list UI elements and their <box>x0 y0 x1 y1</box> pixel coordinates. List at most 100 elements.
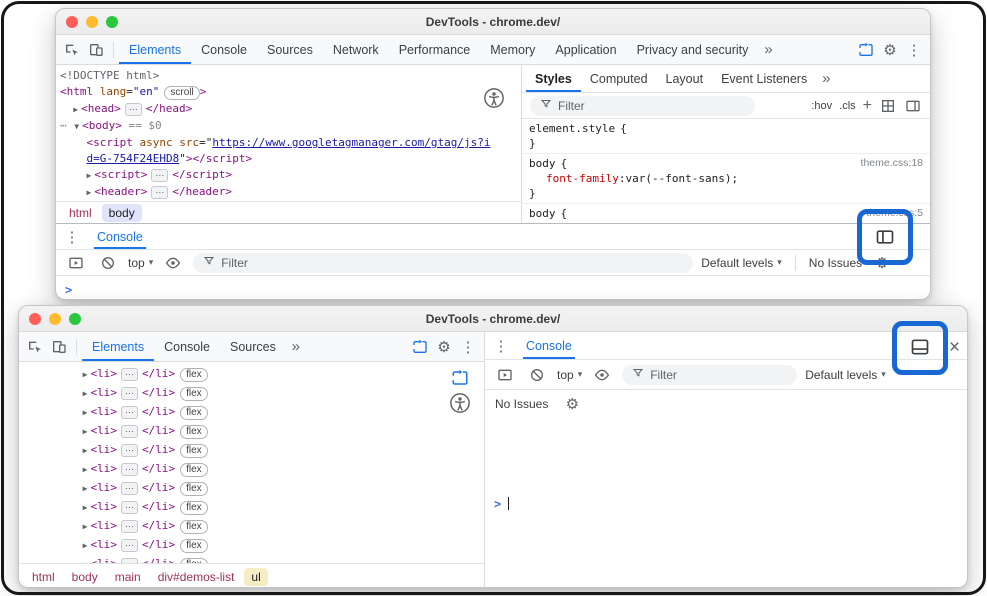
accessibility-icon[interactable] <box>449 392 471 414</box>
console-context-selector[interactable]: top ▾ <box>128 256 153 270</box>
toggle-element-state-button[interactable]: :hov <box>811 100 832 112</box>
console-filter-input[interactable]: Filter <box>193 253 693 273</box>
log-levels-dropdown[interactable]: Default levels ▾ <box>701 256 782 270</box>
collapsed-content-icon[interactable]: ⋯ <box>121 501 138 514</box>
layout-badge[interactable]: flex <box>180 482 208 496</box>
resource-link[interactable]: https://www.googletagmanager.com/gtag/js… <box>212 136 490 149</box>
inspect-icon[interactable] <box>23 335 47 359</box>
zoom-window-button[interactable] <box>106 16 118 28</box>
stab-styles[interactable]: Styles <box>526 65 581 92</box>
close-devtools-icon[interactable]: × <box>949 337 960 359</box>
stylesheet-link[interactable]: theme.css:5 <box>866 206 923 221</box>
css-rule-body-2[interactable]: body { theme.css:5 <box>522 206 930 221</box>
inspect-icon[interactable] <box>60 38 84 62</box>
tab-application[interactable]: Application <box>545 35 626 64</box>
layout-badge[interactable]: flex <box>180 463 208 477</box>
clear-console-icon[interactable] <box>525 363 549 387</box>
tab-privacy-and-security[interactable]: Privacy and security <box>627 35 759 64</box>
tab-elements[interactable]: Elements <box>82 332 154 361</box>
tab-network[interactable]: Network <box>323 35 389 64</box>
console-context-selector[interactable]: top ▾ <box>557 368 582 382</box>
replay-icon[interactable] <box>408 335 432 359</box>
drawer-menu-icon[interactable]: ⋮ <box>60 225 84 249</box>
stab-layout[interactable]: Layout <box>657 65 713 92</box>
tab-memory[interactable]: Memory <box>480 35 545 64</box>
collapsed-content-icon[interactable]: ⋯ <box>121 463 138 476</box>
styles-filter-input[interactable]: Filter <box>530 96 755 116</box>
crumb-body[interactable]: body <box>65 568 105 586</box>
settings-gear-icon[interactable]: ⚙ <box>878 38 902 62</box>
device-toolbar-icon[interactable] <box>47 335 71 359</box>
styles-more-tabs-icon[interactable]: » <box>816 67 836 91</box>
crumb-body[interactable]: body <box>102 204 142 222</box>
minimize-window-button[interactable] <box>49 313 61 325</box>
more-options-icon[interactable]: ⋮ <box>456 335 480 359</box>
crumb-main[interactable]: main <box>108 568 148 586</box>
layout-badge[interactable]: flex <box>180 368 208 382</box>
console-filter-input[interactable]: Filter <box>622 365 797 385</box>
layout-badge[interactable]: flex <box>180 558 208 563</box>
node-menu-icon[interactable]: ⋯ <box>60 119 68 132</box>
close-window-button[interactable] <box>66 16 78 28</box>
clear-console-icon[interactable] <box>96 251 120 275</box>
element-classes-button[interactable]: .cls <box>839 100 856 112</box>
collapsed-content-icon[interactable]: ⋯ <box>121 539 138 552</box>
elements-dom-tree[interactable]: ▶<li>⋯</li>flex ▶<li>⋯</li>flex ▶<li>⋯</… <box>19 362 484 563</box>
console-prompt[interactable]: > <box>485 418 967 588</box>
tab-sources[interactable]: Sources <box>257 35 323 64</box>
css-property-name[interactable]: font-family <box>546 171 625 186</box>
collapsed-content-icon[interactable]: ⋯ <box>151 186 168 199</box>
tab-sources[interactable]: Sources <box>220 332 286 361</box>
more-options-icon[interactable]: ⋮ <box>902 38 926 62</box>
css-rule-body[interactable]: body { theme.css:18 font-family var(--fo… <box>522 156 930 201</box>
console-prompt[interactable]: > <box>56 276 930 300</box>
resource-link[interactable]: d=G-754F24EHD8 <box>87 152 180 165</box>
eye-icon[interactable] <box>590 363 614 387</box>
tab-console[interactable]: Console <box>523 332 575 359</box>
rule-selector[interactable]: element.style <box>529 121 615 136</box>
layout-badge[interactable]: flex <box>180 539 208 553</box>
stab-computed[interactable]: Computed <box>581 65 657 92</box>
expand-arrow-icon[interactable]: ▶ <box>73 105 81 114</box>
dock-side-icon[interactable] <box>874 226 896 248</box>
elements-dom-tree[interactable]: <!DOCTYPE html><html lang="en"scroll> ▶<… <box>56 65 521 201</box>
console-settings-gear-icon[interactable]: ⚙ <box>870 251 894 275</box>
collapsed-content-icon[interactable]: ⋯ <box>121 558 138 563</box>
stylesheet-link[interactable]: theme.css:18 <box>861 156 923 171</box>
replay-icon[interactable] <box>854 38 878 62</box>
console-settings-gear-icon[interactable]: ⚙ <box>560 392 584 416</box>
console-sidebar-icon[interactable] <box>64 251 88 275</box>
layout-badge[interactable]: flex <box>180 425 208 439</box>
issues-counter[interactable]: No Issues <box>809 256 862 270</box>
titlebar[interactable]: DevTools - chrome.dev/ <box>19 306 967 332</box>
accessibility-icon[interactable] <box>483 87 505 109</box>
sidebar-toggle-icon[interactable] <box>904 94 922 118</box>
more-tabs-icon[interactable]: » <box>758 38 778 62</box>
log-levels-dropdown[interactable]: Default levels ▾ <box>805 368 886 382</box>
crumb-html[interactable]: html <box>62 204 99 222</box>
css-property-value[interactable]: var(--font-sans); <box>625 171 738 186</box>
minimize-window-button[interactable] <box>86 16 98 28</box>
eye-icon[interactable] <box>161 251 185 275</box>
rule-selector[interactable]: body <box>529 156 556 171</box>
more-tabs-icon[interactable]: » <box>286 335 306 359</box>
drawer-menu-icon[interactable]: ⋮ <box>489 334 513 358</box>
tab-console[interactable]: Console <box>191 35 257 64</box>
new-style-rule-button[interactable]: + <box>863 98 872 114</box>
layout-badge[interactable]: flex <box>180 444 208 458</box>
dock-bottom-icon[interactable] <box>909 336 931 358</box>
console-sidebar-icon[interactable] <box>493 363 517 387</box>
device-toolbar-icon[interactable] <box>84 38 108 62</box>
collapsed-content-icon[interactable]: ⋯ <box>121 406 138 419</box>
layout-badge[interactable]: scroll <box>164 86 199 100</box>
settings-gear-icon[interactable]: ⚙ <box>432 335 456 359</box>
collapsed-content-icon[interactable]: ⋯ <box>151 169 168 182</box>
collapsed-content-icon[interactable]: ⋯ <box>121 387 138 400</box>
tab-elements[interactable]: Elements <box>119 35 191 64</box>
layout-badge[interactable]: flex <box>180 387 208 401</box>
replay-icon[interactable] <box>450 368 470 388</box>
rule-selector[interactable]: body <box>529 206 556 221</box>
crumb-ul[interactable]: ul <box>244 568 267 586</box>
issues-counter[interactable]: No Issues <box>495 397 548 411</box>
zoom-window-button[interactable] <box>69 313 81 325</box>
